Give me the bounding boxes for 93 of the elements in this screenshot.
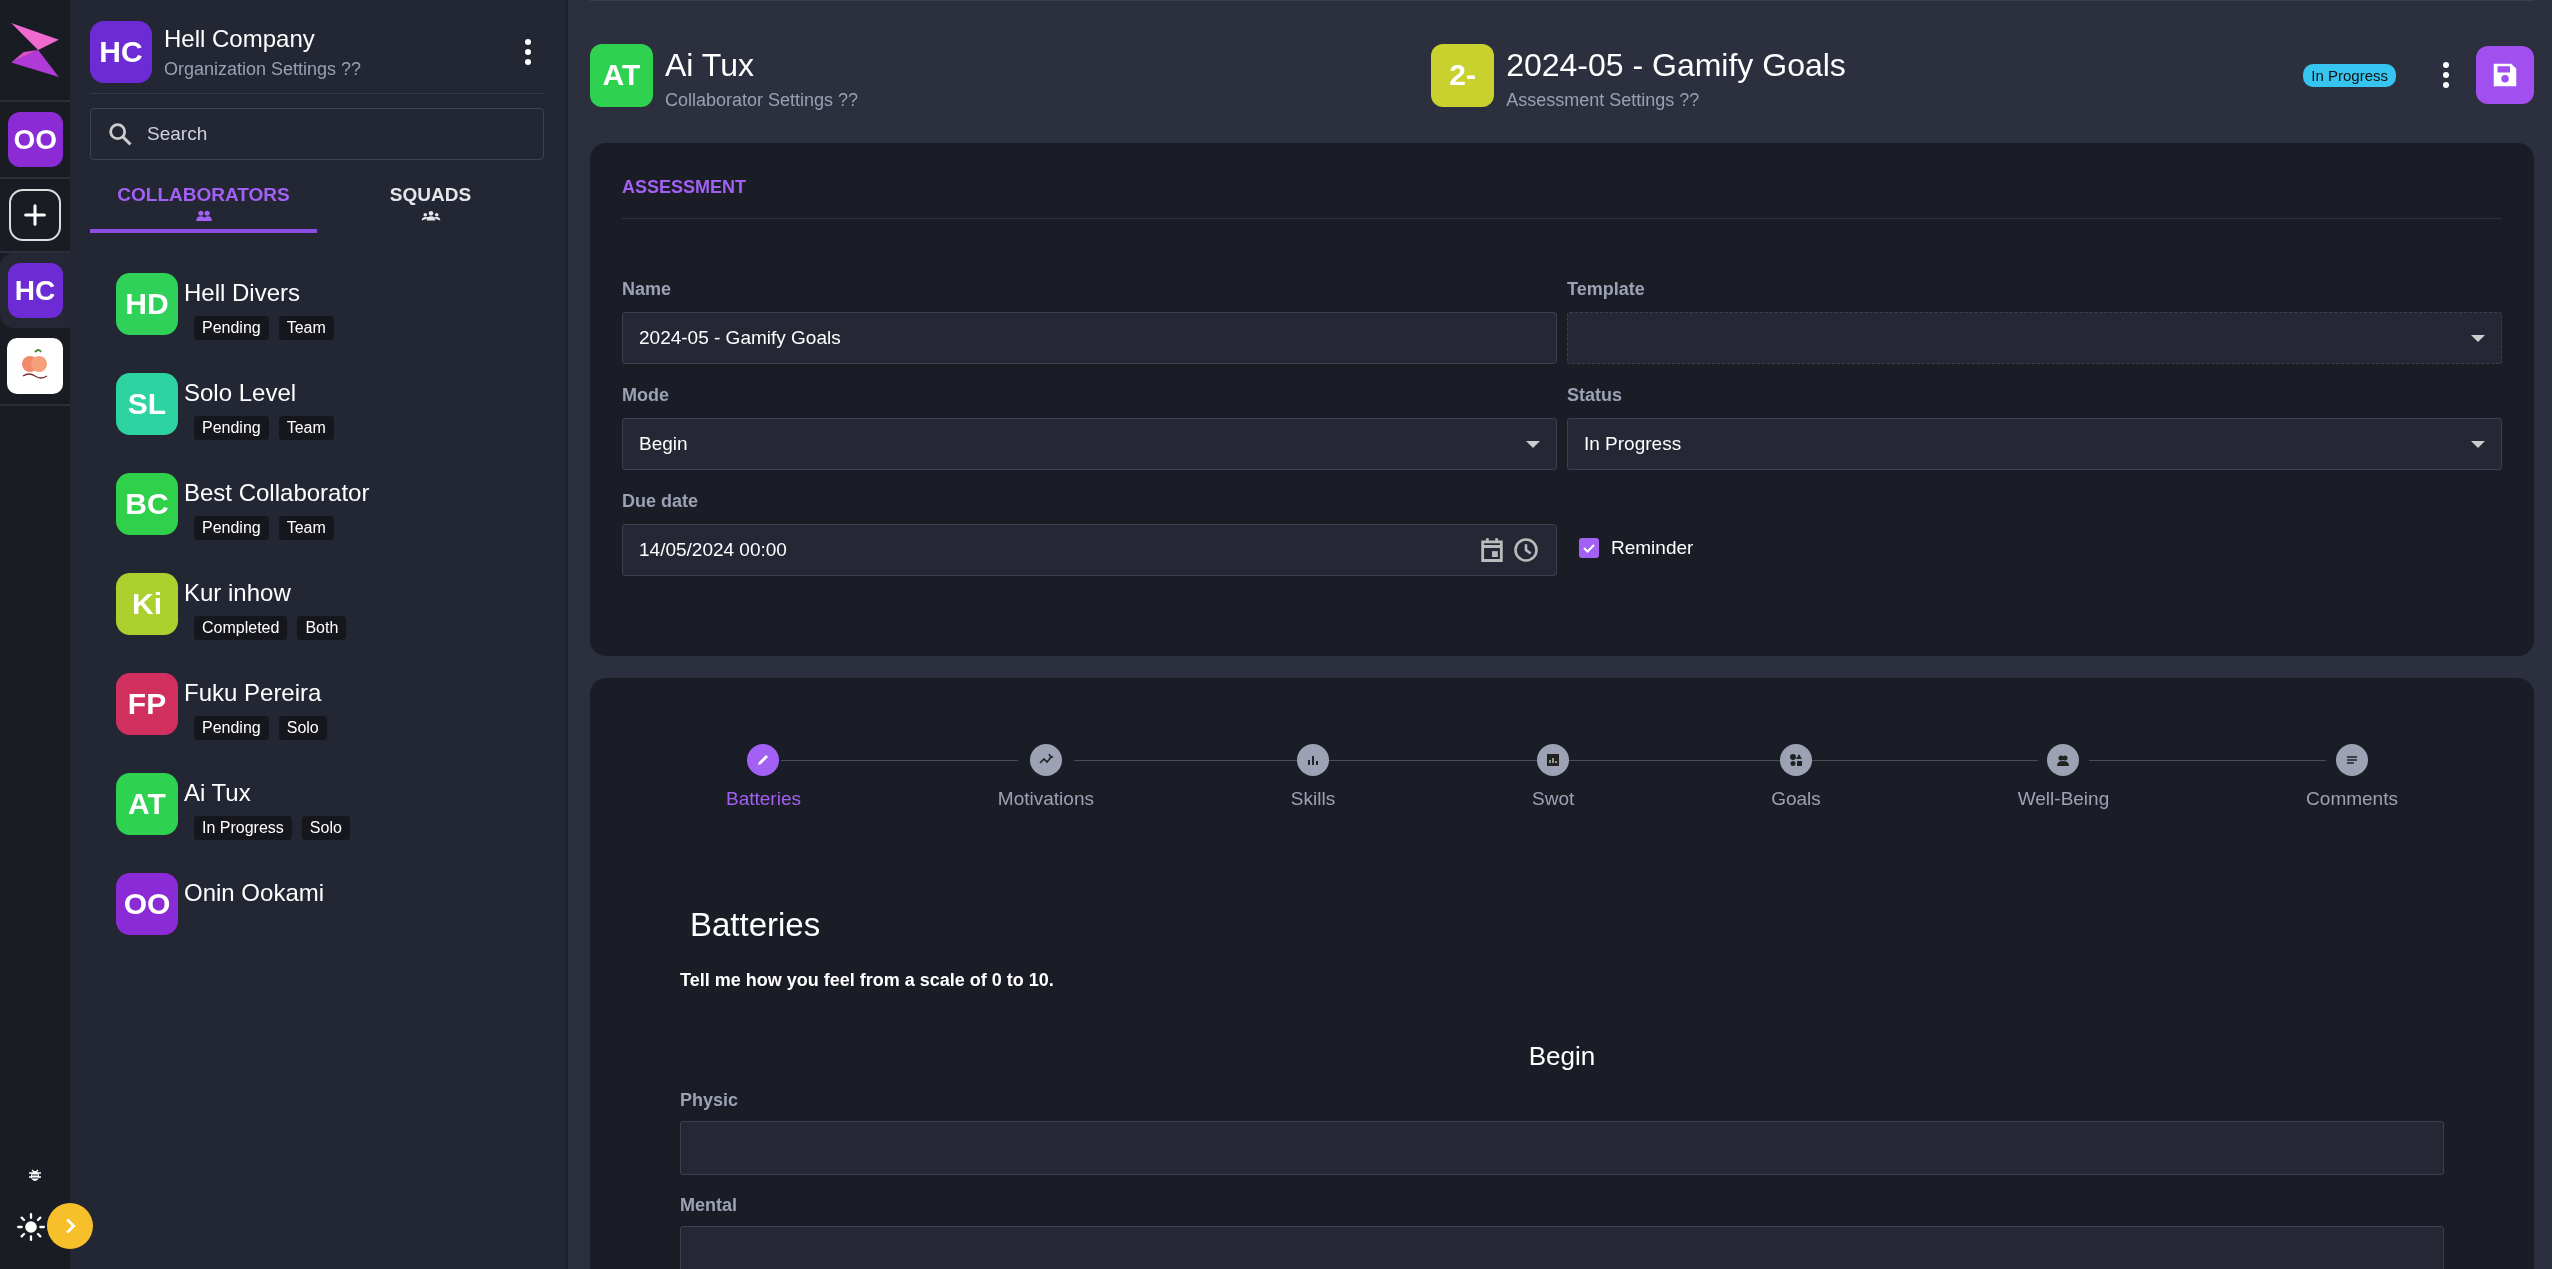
calendar-icon[interactable]: [1478, 536, 1506, 564]
collaborator-item[interactable]: Ki Kur inhow Completed Both: [116, 573, 544, 640]
collaborator-avatar: Ki: [116, 573, 178, 635]
collaborator-name: Ai Tux: [665, 47, 755, 84]
select-field[interactable]: Begin: [622, 418, 1557, 470]
tab[interactable]: COLLABORATORS: [90, 176, 317, 233]
section-heading: Batteries: [690, 906, 822, 944]
assessment-subtitle: Assessment Settings ??: [1506, 90, 1701, 111]
field-label: Name: [622, 279, 673, 300]
step-tab[interactable]: Well-Being: [2017, 744, 2110, 810]
input-field[interactable]: [680, 1226, 2444, 1269]
tag: Pending: [194, 716, 269, 740]
field-label: Mode: [622, 385, 670, 406]
select-field[interactable]: In Progress: [1567, 418, 2502, 470]
organization-avatar[interactable]: OO: [7, 112, 63, 167]
assessment-title: 2024-05 - Gamify Goals: [1506, 47, 1846, 84]
collaborator-name: Solo Level: [184, 379, 298, 407]
caret-icon: [1526, 440, 1540, 448]
tag: In Progress: [194, 816, 292, 840]
step-tab[interactable]: Skills: [1290, 744, 1336, 810]
save-button[interactable]: [2476, 46, 2534, 104]
tag: Team: [278, 516, 334, 540]
input-field[interactable]: 2024-05 - Gamify Goals: [622, 312, 1557, 364]
organization-avatar: HC: [90, 21, 152, 83]
collaborator-avatar: BC: [116, 473, 178, 535]
section-title: ASSESSMENT: [622, 177, 747, 197]
collaborator-name: Kur inhow: [184, 579, 292, 607]
plus-icon: [21, 201, 49, 229]
tag: Pending: [194, 516, 269, 540]
collaborator-avatar: HD: [116, 273, 178, 335]
field-label: Mental: [680, 1195, 738, 1216]
tag: Pending: [194, 316, 269, 340]
clock-icon[interactable]: [1512, 536, 1540, 564]
caret-icon: [2471, 440, 2485, 448]
tag: Pending: [194, 416, 269, 440]
collaborator-item[interactable]: SL Solo Level Pending Team: [116, 373, 544, 440]
collaborator-avatar: AT: [116, 773, 178, 835]
field-label: Template: [1567, 279, 1646, 300]
instruction-text: Tell me how you feel from a scale of 0 to 10.: [680, 970, 1055, 991]
bug-icon[interactable]: [27, 1167, 43, 1183]
collaborator-name: Hell Divers: [184, 279, 301, 307]
chart-square-icon: [1545, 752, 1562, 768]
step-tab[interactable]: Batteries: [726, 744, 801, 810]
assessment-avatar: 2-: [1431, 43, 1495, 107]
collaborator-name: Best Collaborator: [184, 479, 370, 507]
status-badge: In Progress: [2303, 63, 2396, 87]
tag: Team: [278, 416, 334, 440]
more-icon[interactable]: [2442, 61, 2450, 89]
collaborator-avatar: SL: [116, 373, 178, 435]
field-label: Physic: [680, 1090, 740, 1111]
step-tab[interactable]: Swot: [1532, 744, 1575, 810]
people-icon: [193, 210, 214, 221]
select-field[interactable]: [1567, 312, 2502, 364]
step-tab[interactable]: Goals: [1771, 744, 1821, 810]
collaborator-item[interactable]: AT Ai Tux In Progress Solo: [116, 773, 544, 840]
organization-name: Hell Company: [164, 24, 316, 53]
collaborator-name: Ai Tux: [184, 779, 252, 807]
caret-icon: [2471, 334, 2485, 342]
group-icon: [420, 210, 441, 221]
collaborator-avatar: OO: [116, 873, 178, 935]
add-button[interactable]: [9, 189, 61, 241]
expand-button[interactable]: [47, 1203, 93, 1249]
organization-avatar[interactable]: HC: [7, 263, 63, 318]
tag: Team: [278, 316, 334, 340]
search-icon: [106, 120, 134, 148]
input-field[interactable]: [680, 1121, 2444, 1175]
date-field[interactable]: 14/05/2024 00:00: [622, 524, 1557, 576]
search-field[interactable]: Search: [90, 108, 544, 160]
reminder-checkbox[interactable]: Reminder: [1567, 531, 2502, 565]
shapes-icon: [1788, 752, 1804, 768]
tag: Solo: [278, 716, 327, 740]
collaborator-name: Fuku Pereira: [184, 679, 323, 707]
collaborator-avatar: FP: [116, 673, 178, 735]
step-tab[interactable]: Comments: [2306, 744, 2398, 810]
mode-heading: Begin: [1528, 1041, 1596, 1072]
collaborator-item[interactable]: BC Best Collaborator Pending Team: [116, 473, 544, 540]
organization-subtitle: Organization Settings ??: [164, 58, 363, 80]
collaborator-name: Onin Ookami: [184, 879, 325, 907]
tag: Completed: [194, 616, 288, 640]
collaborator-subtitle: Collaborator Settings ??: [665, 90, 859, 111]
field-label: Due date: [622, 491, 700, 512]
step-tab[interactable]: Motivations: [997, 744, 1094, 810]
tag: Both: [297, 616, 347, 640]
collaborator-item[interactable]: FP Fuku Pereira Pending Solo: [116, 673, 544, 740]
collaborator-avatar: AT: [590, 43, 653, 107]
tab[interactable]: SQUADS: [317, 176, 544, 233]
tag: Solo: [301, 816, 350, 840]
collaborator-item[interactable]: OO Onin Ookami: [116, 873, 544, 935]
collaborator-item[interactable]: HD Hell Divers Pending Team: [116, 273, 544, 340]
peach-logo-button[interactable]: [7, 338, 63, 394]
more-icon[interactable]: [524, 38, 532, 66]
sun-icon[interactable]: [17, 1213, 45, 1241]
field-label: Status: [1567, 385, 1623, 406]
